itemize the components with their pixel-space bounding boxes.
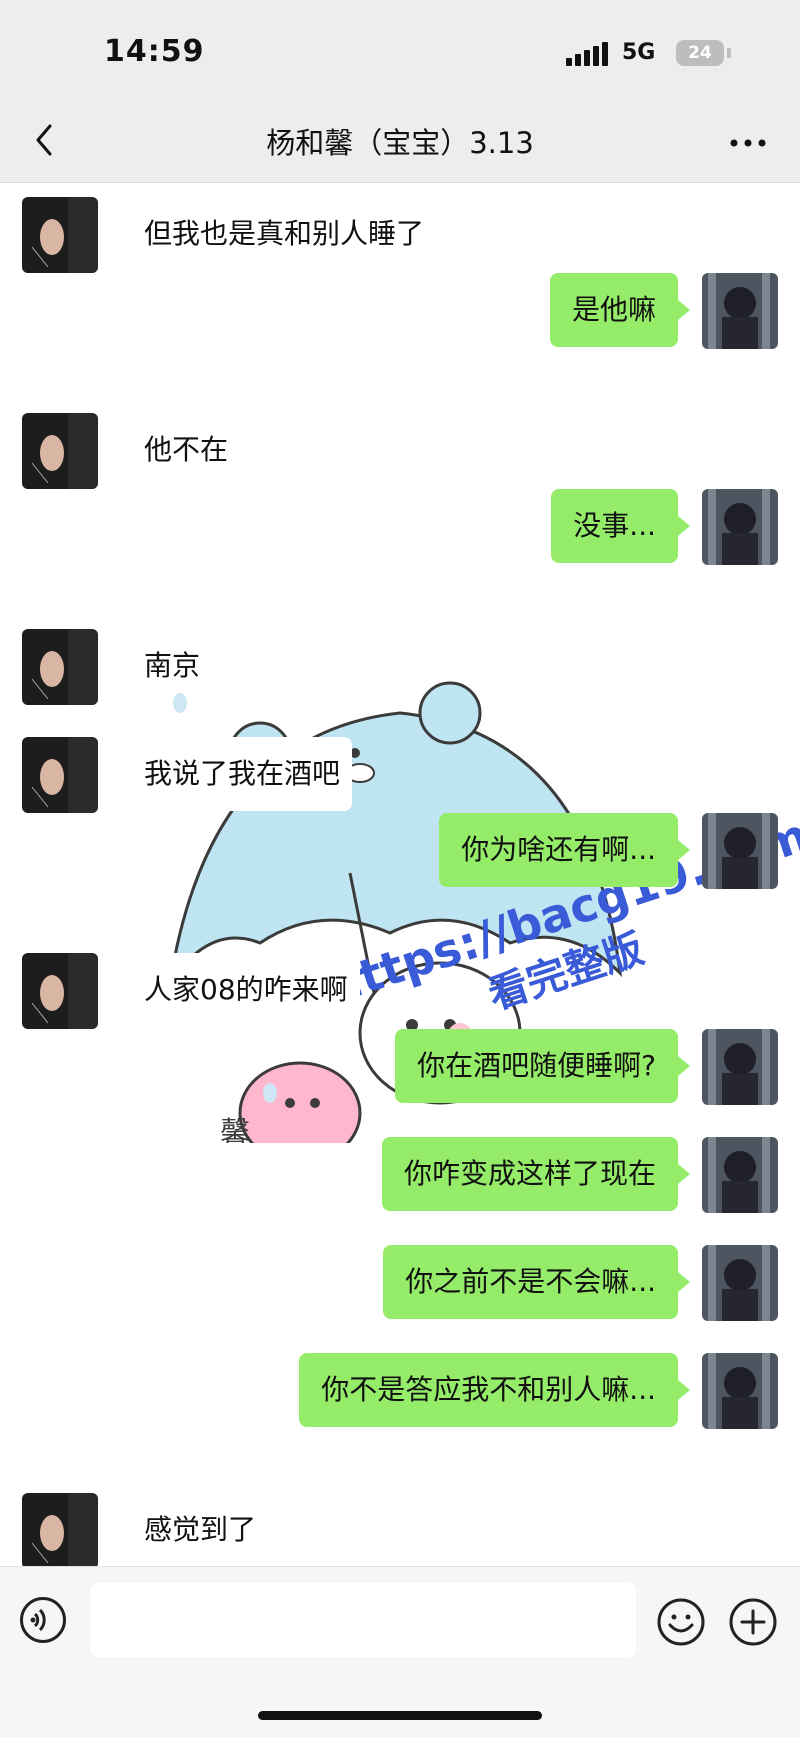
input-bar <box>0 1566 800 1737</box>
battery-cap <box>727 48 731 58</box>
voice-icon[interactable] <box>20 1597 66 1643</box>
chat-area[interactable]: 馨 森 https://bacg19.com 看完整版 但我也是真和别人睡了 是… <box>0 183 800 1566</box>
chat-header: 杨和馨（宝宝）3.13 <box>0 100 800 183</box>
message-bubble[interactable]: 没事... <box>551 489 690 563</box>
user-avatar[interactable] <box>702 1353 778 1429</box>
contact-avatar[interactable] <box>22 629 98 705</box>
message-bubble[interactable]: 我说了我在酒吧 <box>132 737 353 811</box>
more-horizontal-icon[interactable] <box>726 128 770 158</box>
message-bubble[interactable]: 是他嘛 <box>549 273 691 347</box>
contact-avatar[interactable] <box>22 413 98 489</box>
contact-avatar[interactable] <box>22 737 98 813</box>
user-avatar[interactable] <box>702 489 778 565</box>
message-bubble[interactable]: 你之前不是不会嘛... <box>383 1245 690 1319</box>
network-type: 5G <box>622 40 656 65</box>
battery-icon: 24 <box>676 40 724 66</box>
message-bubble[interactable]: 南京 <box>132 629 212 703</box>
message-bubble[interactable]: 你不是答应我不和别人嘛... <box>299 1353 690 1427</box>
sticker-text-1: 馨 <box>220 1116 250 1143</box>
plus-circle-icon[interactable] <box>728 1597 778 1647</box>
message-bubble[interactable]: 你为啥还有啊... <box>439 813 690 887</box>
message-bubble[interactable]: 但我也是真和别人睡了 <box>132 197 436 271</box>
message-bubble[interactable]: 人家08的咋来啊 <box>132 953 360 1027</box>
message-bubble[interactable]: 你咋变成这样了现在 <box>381 1137 691 1211</box>
emoji-icon[interactable] <box>656 1597 706 1647</box>
status-bar: 14:59 5G 24 <box>0 0 800 100</box>
user-avatar[interactable] <box>702 813 778 889</box>
user-avatar[interactable] <box>702 1245 778 1321</box>
user-avatar[interactable] <box>702 273 778 349</box>
message-bubble[interactable]: 你在酒吧随便睡啊? <box>395 1029 690 1103</box>
user-avatar[interactable] <box>702 1137 778 1213</box>
contact-avatar[interactable] <box>22 197 98 273</box>
contact-avatar[interactable] <box>22 1493 98 1566</box>
message-bubble[interactable]: 感觉到了 <box>132 1493 268 1566</box>
status-time: 14:59 <box>104 34 205 69</box>
signal-icon <box>566 42 612 66</box>
message-input[interactable] <box>90 1583 636 1657</box>
home-indicator <box>258 1711 542 1720</box>
message-bubble[interactable]: 他不在 <box>132 413 240 487</box>
chevron-left-icon[interactable] <box>26 120 66 160</box>
battery-level: 24 <box>688 43 712 63</box>
contact-avatar[interactable] <box>22 953 98 1029</box>
user-avatar[interactable] <box>702 1029 778 1105</box>
chat-title: 杨和馨（宝宝）3.13 <box>266 126 534 160</box>
